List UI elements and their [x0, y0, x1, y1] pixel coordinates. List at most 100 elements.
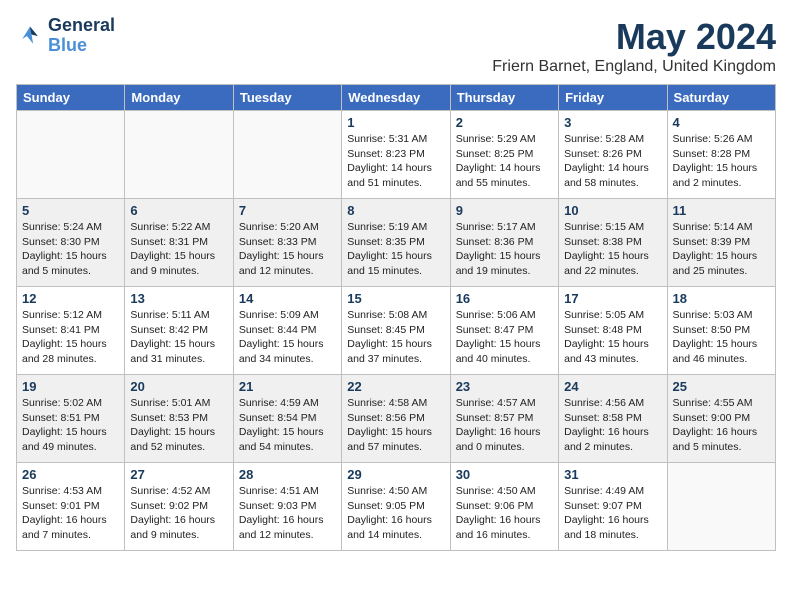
cell-info: Sunrise: 4:57 AM Sunset: 8:57 PM Dayligh… [456, 396, 553, 455]
cell-0-4: 2Sunrise: 5:29 AM Sunset: 8:25 PM Daylig… [450, 111, 558, 199]
cell-info: Sunrise: 5:02 AM Sunset: 8:51 PM Dayligh… [22, 396, 119, 455]
day-number: 4 [673, 115, 770, 130]
cell-3-6: 25Sunrise: 4:55 AM Sunset: 9:00 PM Dayli… [667, 375, 775, 463]
cell-info: Sunrise: 5:01 AM Sunset: 8:53 PM Dayligh… [130, 396, 227, 455]
day-number: 8 [347, 203, 444, 218]
cell-2-6: 18Sunrise: 5:03 AM Sunset: 8:50 PM Dayli… [667, 287, 775, 375]
day-number: 23 [456, 379, 553, 394]
header-monday: Monday [125, 85, 233, 111]
day-number: 1 [347, 115, 444, 130]
cell-info: Sunrise: 5:08 AM Sunset: 8:45 PM Dayligh… [347, 308, 444, 367]
day-number: 26 [22, 467, 119, 482]
day-number: 12 [22, 291, 119, 306]
day-number: 21 [239, 379, 336, 394]
week-row-4: 19 Sunrise: 5:02 AM Sunset: 8:51 PM Dayli… [17, 375, 776, 463]
header-wednesday: Wednesday [342, 85, 450, 111]
calendar-table: SundayMondayTuesdayWednesdayThursdayFrid… [16, 84, 776, 551]
cell-info: Sunrise: 5:19 AM Sunset: 8:35 PM Dayligh… [347, 220, 444, 279]
page-header: General Blue May 2024 Friern Barnet, Eng… [16, 16, 776, 76]
day-number: 27 [130, 467, 227, 482]
cell-4-4: 30 Sunrise: 4:50 AM Sunset: 9:06 PM Dayli… [450, 463, 558, 551]
day-number: 25 [673, 379, 770, 394]
cell-1-6: 11 Sunrise: 5:14 AM Sunset: 8:39 PM Dayli… [667, 199, 775, 287]
day-number: 9 [456, 203, 553, 218]
cell-info: Sunrise: 5:15 AM Sunset: 8:38 PM Dayligh… [564, 220, 661, 279]
day-number: 20 [130, 379, 227, 394]
cell-4-1: 27 Sunrise: 4:52 AM Sunset: 9:02 PM Dayli… [125, 463, 233, 551]
week-row-3: 12 Sunrise: 5:12 AM Sunset: 8:41 PM Dayli… [17, 287, 776, 375]
cell-info: Sunrise: 5:20 AM Sunset: 8:33 PM Dayligh… [239, 220, 336, 279]
day-number: 14 [239, 291, 336, 306]
cell-3-5: 24 Sunrise: 4:56 AM Sunset: 8:58 PM Dayli… [559, 375, 667, 463]
cell-info: Sunrise: 4:58 AM Sunset: 8:56 PM Dayligh… [347, 396, 444, 455]
cell-info: Sunrise: 5:12 AM Sunset: 8:41 PM Dayligh… [22, 308, 119, 367]
cell-info: Sunrise: 4:49 AM Sunset: 9:07 PM Dayligh… [564, 484, 661, 543]
cell-info: Sunrise: 4:52 AM Sunset: 9:02 PM Dayligh… [130, 484, 227, 543]
month-title: May 2024 [492, 16, 776, 58]
day-number: 24 [564, 379, 661, 394]
header-sunday: Sunday [17, 85, 125, 111]
cell-info: Sunrise: 5:03 AM Sunset: 8:50 PM Dayligh… [673, 308, 770, 367]
logo: General Blue [16, 16, 115, 56]
day-number: 19 [22, 379, 119, 394]
cell-2-3: 15 Sunrise: 5:08 AM Sunset: 8:45 PM Dayli… [342, 287, 450, 375]
day-number: 3 [564, 115, 661, 130]
day-number: 31 [564, 467, 661, 482]
cell-info: Sunrise: 5:09 AM Sunset: 8:44 PM Dayligh… [239, 308, 336, 367]
cell-0-3: 1Sunrise: 5:31 AM Sunset: 8:23 PM Daylig… [342, 111, 450, 199]
cell-2-4: 16 Sunrise: 5:06 AM Sunset: 8:47 PM Dayli… [450, 287, 558, 375]
cell-4-6 [667, 463, 775, 551]
header-thursday: Thursday [450, 85, 558, 111]
day-number: 6 [130, 203, 227, 218]
week-row-1: 1Sunrise: 5:31 AM Sunset: 8:23 PM Daylig… [17, 111, 776, 199]
cell-info: Sunrise: 4:59 AM Sunset: 8:54 PM Dayligh… [239, 396, 336, 455]
cell-info: Sunrise: 5:28 AM Sunset: 8:26 PM Dayligh… [564, 132, 661, 191]
cell-info: Sunrise: 5:06 AM Sunset: 8:47 PM Dayligh… [456, 308, 553, 367]
cell-info: Sunrise: 4:50 AM Sunset: 9:05 PM Dayligh… [347, 484, 444, 543]
cell-info: Sunrise: 5:11 AM Sunset: 8:42 PM Dayligh… [130, 308, 227, 367]
day-number: 17 [564, 291, 661, 306]
cell-0-5: 3 Sunrise: 5:28 AM Sunset: 8:26 PM Daylig… [559, 111, 667, 199]
cell-0-2 [233, 111, 341, 199]
logo-icon [16, 22, 44, 50]
cell-0-0 [17, 111, 125, 199]
cell-info: Sunrise: 4:56 AM Sunset: 8:58 PM Dayligh… [564, 396, 661, 455]
cell-4-2: 28 Sunrise: 4:51 AM Sunset: 9:03 PM Dayli… [233, 463, 341, 551]
day-number: 22 [347, 379, 444, 394]
day-number: 15 [347, 291, 444, 306]
title-block: May 2024 Friern Barnet, England, United … [492, 16, 776, 76]
cell-info: Sunrise: 5:05 AM Sunset: 8:48 PM Dayligh… [564, 308, 661, 367]
cell-info: Sunrise: 5:24 AM Sunset: 8:30 PM Dayligh… [22, 220, 119, 279]
cell-4-0: 26 Sunrise: 4:53 AM Sunset: 9:01 PM Dayli… [17, 463, 125, 551]
cell-3-0: 19 Sunrise: 5:02 AM Sunset: 8:51 PM Dayli… [17, 375, 125, 463]
day-number: 10 [564, 203, 661, 218]
header-friday: Friday [559, 85, 667, 111]
logo-text: General Blue [48, 16, 115, 56]
cell-1-1: 6Sunrise: 5:22 AM Sunset: 8:31 PM Daylig… [125, 199, 233, 287]
cell-3-1: 20 Sunrise: 5:01 AM Sunset: 8:53 PM Dayli… [125, 375, 233, 463]
day-number: 16 [456, 291, 553, 306]
day-number: 30 [456, 467, 553, 482]
day-number: 13 [130, 291, 227, 306]
day-number: 28 [239, 467, 336, 482]
cell-2-1: 13 Sunrise: 5:11 AM Sunset: 8:42 PM Dayli… [125, 287, 233, 375]
cell-2-2: 14 Sunrise: 5:09 AM Sunset: 8:44 PM Dayli… [233, 287, 341, 375]
cell-4-5: 31 Sunrise: 4:49 AM Sunset: 9:07 PM Dayli… [559, 463, 667, 551]
day-number: 11 [673, 203, 770, 218]
cell-info: Sunrise: 5:14 AM Sunset: 8:39 PM Dayligh… [673, 220, 770, 279]
cell-info: Sunrise: 4:51 AM Sunset: 9:03 PM Dayligh… [239, 484, 336, 543]
cell-1-0: 5Sunrise: 5:24 AM Sunset: 8:30 PM Daylig… [17, 199, 125, 287]
cell-2-5: 17 Sunrise: 5:05 AM Sunset: 8:48 PM Dayli… [559, 287, 667, 375]
cell-info: Sunrise: 5:17 AM Sunset: 8:36 PM Dayligh… [456, 220, 553, 279]
header-tuesday: Tuesday [233, 85, 341, 111]
cell-3-3: 22 Sunrise: 4:58 AM Sunset: 8:56 PM Dayli… [342, 375, 450, 463]
cell-info: Sunrise: 5:29 AM Sunset: 8:25 PM Dayligh… [456, 132, 553, 191]
cell-info: Sunrise: 5:26 AM Sunset: 8:28 PM Dayligh… [673, 132, 770, 191]
header-row: SundayMondayTuesdayWednesdayThursdayFrid… [17, 85, 776, 111]
day-number: 29 [347, 467, 444, 482]
cell-3-4: 23 Sunrise: 4:57 AM Sunset: 8:57 PM Dayli… [450, 375, 558, 463]
location-title: Friern Barnet, England, United Kingdom [492, 58, 776, 76]
cell-info: Sunrise: 4:50 AM Sunset: 9:06 PM Dayligh… [456, 484, 553, 543]
cell-1-4: 9 Sunrise: 5:17 AM Sunset: 8:36 PM Daylig… [450, 199, 558, 287]
cell-info: Sunrise: 4:53 AM Sunset: 9:01 PM Dayligh… [22, 484, 119, 543]
